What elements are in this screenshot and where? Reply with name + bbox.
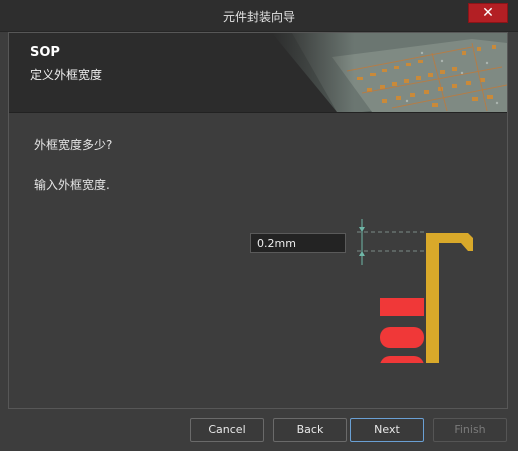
instruction-text: 输入外框宽度. — [34, 178, 110, 192]
finish-button: Finish — [433, 418, 507, 442]
question-text: 外框宽度多少? — [34, 138, 113, 152]
button-bar: Cancel Back Next Finish — [0, 410, 518, 451]
pad-bottom — [380, 356, 424, 363]
outline-width-diagram — [357, 219, 473, 363]
header-subtitle: 定义外框宽度 — [30, 68, 103, 82]
dimension-lines — [357, 219, 427, 265]
close-icon: ✕ — [482, 5, 494, 21]
component-outline — [426, 233, 473, 363]
header-title: SOP — [30, 45, 60, 60]
wizard-header: SOP 定义外框宽度 — [9, 33, 507, 113]
back-button[interactable]: Back — [273, 418, 347, 442]
wizard-panel: SOP 定义外框宽度 外框宽度多少? 输入外框宽度. — [8, 32, 508, 409]
close-button[interactable]: ✕ — [468, 3, 508, 23]
pad-middle — [380, 327, 424, 348]
title-bar: 元件封装向导 ✕ — [0, 0, 518, 32]
cancel-button[interactable]: Cancel — [190, 418, 264, 442]
next-button[interactable]: Next — [350, 418, 424, 442]
pcb-banner-image — [272, 33, 507, 112]
outline-width-input[interactable] — [250, 233, 346, 253]
window-title: 元件封装向导 — [222, 10, 295, 24]
pad-top — [380, 298, 424, 316]
